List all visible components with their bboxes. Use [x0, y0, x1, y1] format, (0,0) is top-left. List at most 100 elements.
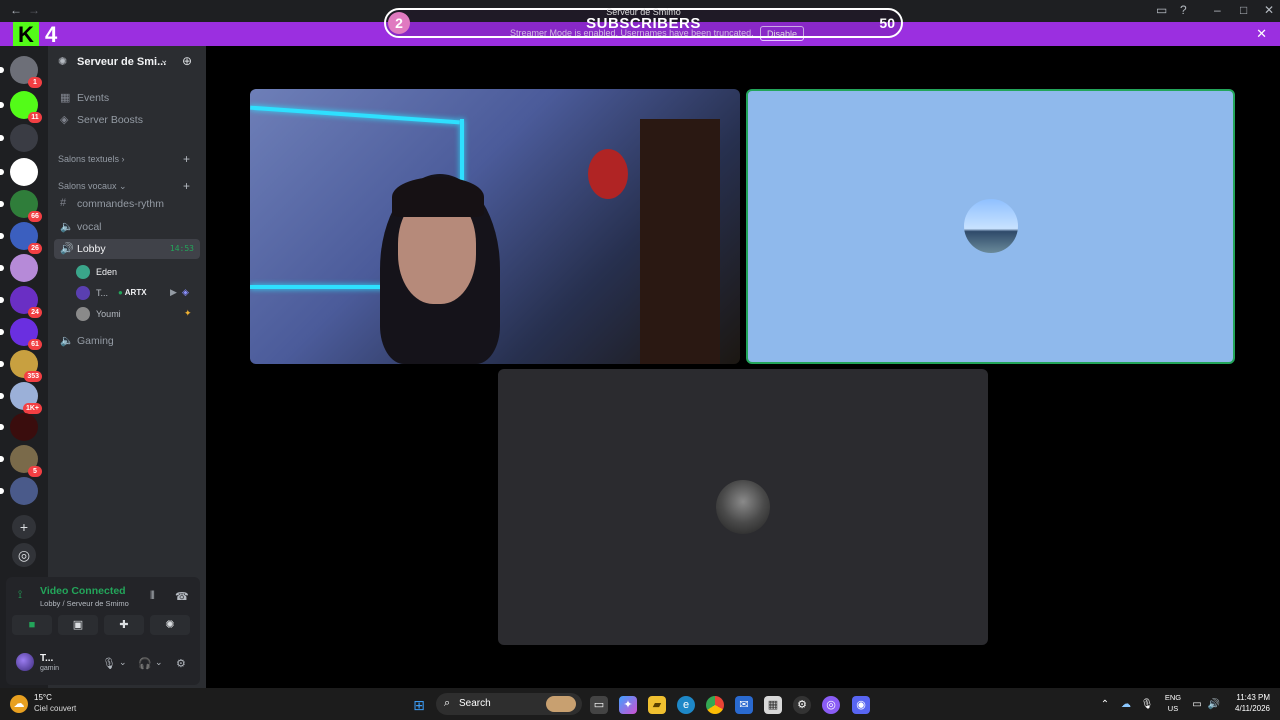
settings-gear-icon[interactable]: ⚙: [176, 657, 186, 670]
voice-member-youmi[interactable]: Youmi ✦: [76, 304, 200, 324]
voice-member-t[interactable]: T... ● ARTX ▶ ◈: [76, 283, 200, 303]
volume-icon[interactable]: 🔊: [1205, 696, 1223, 714]
user-name: T...: [40, 653, 54, 664]
server-icon-11[interactable]: 1K+: [0, 382, 42, 414]
channel-gaming[interactable]: 🔈 Gaming: [54, 331, 200, 351]
mention-badge: 61: [28, 339, 42, 350]
close-window-icon[interactable]: ✕: [1264, 3, 1274, 17]
store-icon[interactable]: ▦: [764, 696, 782, 714]
inbox-icon[interactable]: ▭: [1156, 3, 1167, 17]
mention-badge: 24: [28, 307, 42, 318]
channel-commandes-rythm[interactable]: # commandes-rythm: [54, 194, 200, 214]
system-clock[interactable]: 11:43 PM 4/11/2026: [1228, 692, 1270, 714]
noise-suppression-icon[interactable]: ⦀: [150, 590, 155, 603]
subscriber-goal-target: 50: [879, 15, 895, 31]
channel-vocal[interactable]: 🔈 vocal: [54, 217, 200, 237]
taskbar-search[interactable]: ⌕ Search: [436, 693, 582, 715]
chevron-down-icon[interactable]: ⌄: [155, 657, 163, 668]
weather-temp[interactable]: 15°C: [34, 693, 52, 702]
file-explorer-icon[interactable]: ▰: [648, 696, 666, 714]
unread-pill: [0, 135, 4, 141]
invite-people-icon[interactable]: ⊕: [182, 54, 192, 68]
arrow-right-icon[interactable]: →: [28, 3, 40, 17]
add-server-icon[interactable]: +: [12, 515, 36, 539]
avatar: [76, 265, 90, 279]
microphone-icon[interactable]: 🎙: [1138, 696, 1156, 714]
server-icon-4[interactable]: [0, 158, 38, 186]
camera-button[interactable]: ■: [12, 615, 52, 635]
server-boosts-item[interactable]: ◈ Server Boosts: [54, 110, 200, 130]
weather-desc[interactable]: Ciel couvert: [34, 704, 76, 713]
server-icon-13[interactable]: 5: [0, 445, 42, 477]
category-text-channels[interactable]: Salons textuels › +: [58, 152, 190, 166]
server-icon-12[interactable]: [0, 413, 38, 441]
participant-avatar: [964, 199, 1018, 253]
onedrive-icon[interactable]: ☁: [1117, 696, 1135, 714]
server-icon-9[interactable]: 61: [0, 318, 42, 350]
mention-badge: 5: [28, 466, 42, 477]
server-icon-14[interactable]: [0, 477, 38, 505]
server-header[interactable]: ✺ Serveur de Smi... ⌄ ⊕: [48, 46, 206, 80]
add-voice-channel-icon[interactable]: +: [183, 179, 190, 193]
signal-icon[interactable]: ⟟: [18, 589, 22, 602]
close-banner-icon[interactable]: ✕: [1256, 26, 1267, 42]
chevron-down-icon[interactable]: ⌄: [160, 55, 168, 66]
display-icon[interactable]: ▭: [1188, 696, 1206, 714]
obs-icon[interactable]: ◎: [822, 696, 840, 714]
channel-lobby[interactable]: 🔊 Lobby 14:53: [54, 239, 200, 259]
chevron-down-icon[interactable]: ⌄: [119, 657, 127, 668]
microphone-icon[interactable]: 🎙: [102, 657, 116, 670]
speaker-active-icon: 🔊: [60, 243, 74, 255]
server-icon-1[interactable]: 1: [0, 56, 42, 88]
steam-icon[interactable]: ⚙: [793, 696, 811, 714]
server-icon-2[interactable]: 11: [0, 91, 42, 123]
unread-pill: [0, 102, 4, 108]
events-item[interactable]: ▦ Events: [54, 88, 200, 108]
server-icon-6[interactable]: 26: [0, 222, 42, 254]
soundboard-button[interactable]: ✺: [150, 615, 190, 635]
add-text-channel-icon[interactable]: +: [183, 152, 190, 166]
mail-icon[interactable]: ✉: [735, 696, 753, 714]
minimize-icon[interactable]: –: [1214, 3, 1221, 17]
discover-icon[interactable]: ◎: [12, 543, 36, 567]
server-icon-7[interactable]: [0, 254, 38, 282]
unread-pill: [0, 361, 4, 367]
server-icon-10[interactable]: 353: [0, 350, 42, 382]
chevron-up-icon[interactable]: ⌃: [1096, 696, 1114, 714]
category-voice-channels[interactable]: Salons vocaux ⌄ +: [58, 179, 190, 193]
maximize-icon[interactable]: □: [1240, 3, 1247, 17]
help-icon[interactable]: ?: [1180, 3, 1187, 17]
server-icon-3[interactable]: [0, 124, 38, 152]
user-status: gamin: [40, 665, 60, 672]
headphones-icon[interactable]: 🎧: [138, 657, 152, 670]
user-avatar[interactable]: [16, 653, 34, 671]
mention-badge: 26: [28, 243, 42, 254]
language-indicator[interactable]: ENG US: [1164, 692, 1182, 714]
voice-user-panel: ⟟ Video Connected Lobby / Serveur de Smi…: [6, 577, 200, 685]
video-tile-camera[interactable]: [250, 89, 740, 364]
video-tile-idle[interactable]: [498, 369, 988, 645]
disconnect-icon[interactable]: ☎: [175, 590, 189, 603]
subscriber-goal-title: SUBSCRIBERS: [586, 15, 701, 32]
wardrobe: [640, 119, 720, 364]
voice-location[interactable]: Lobby / Serveur de Smimo: [40, 599, 129, 608]
task-view-icon[interactable]: ▭: [590, 696, 608, 714]
edge-icon[interactable]: e: [677, 696, 695, 714]
server-icon-5[interactable]: 66: [0, 190, 42, 222]
chrome-icon[interactable]: [706, 696, 724, 714]
speaker-icon: 🔈: [60, 221, 74, 233]
windows-start-icon[interactable]: ⊞: [410, 696, 428, 714]
server-icon-8[interactable]: 24: [0, 286, 42, 318]
screen-share-button[interactable]: ▣: [58, 615, 98, 635]
weather-icon[interactable]: ☁: [10, 695, 28, 713]
activities-button[interactable]: ✚: [104, 615, 144, 635]
voice-member-eden[interactable]: Eden: [76, 262, 200, 282]
video-tile-speaking[interactable]: [746, 89, 1235, 364]
hash-icon: #: [60, 197, 67, 209]
arrow-left-icon[interactable]: ←: [10, 3, 22, 17]
mask-decoration: [588, 149, 628, 199]
copilot-icon[interactable]: ✦: [619, 696, 637, 714]
hair: [392, 177, 484, 217]
discord-icon[interactable]: ◉: [852, 696, 870, 714]
boost-icon: ◈: [60, 114, 69, 126]
